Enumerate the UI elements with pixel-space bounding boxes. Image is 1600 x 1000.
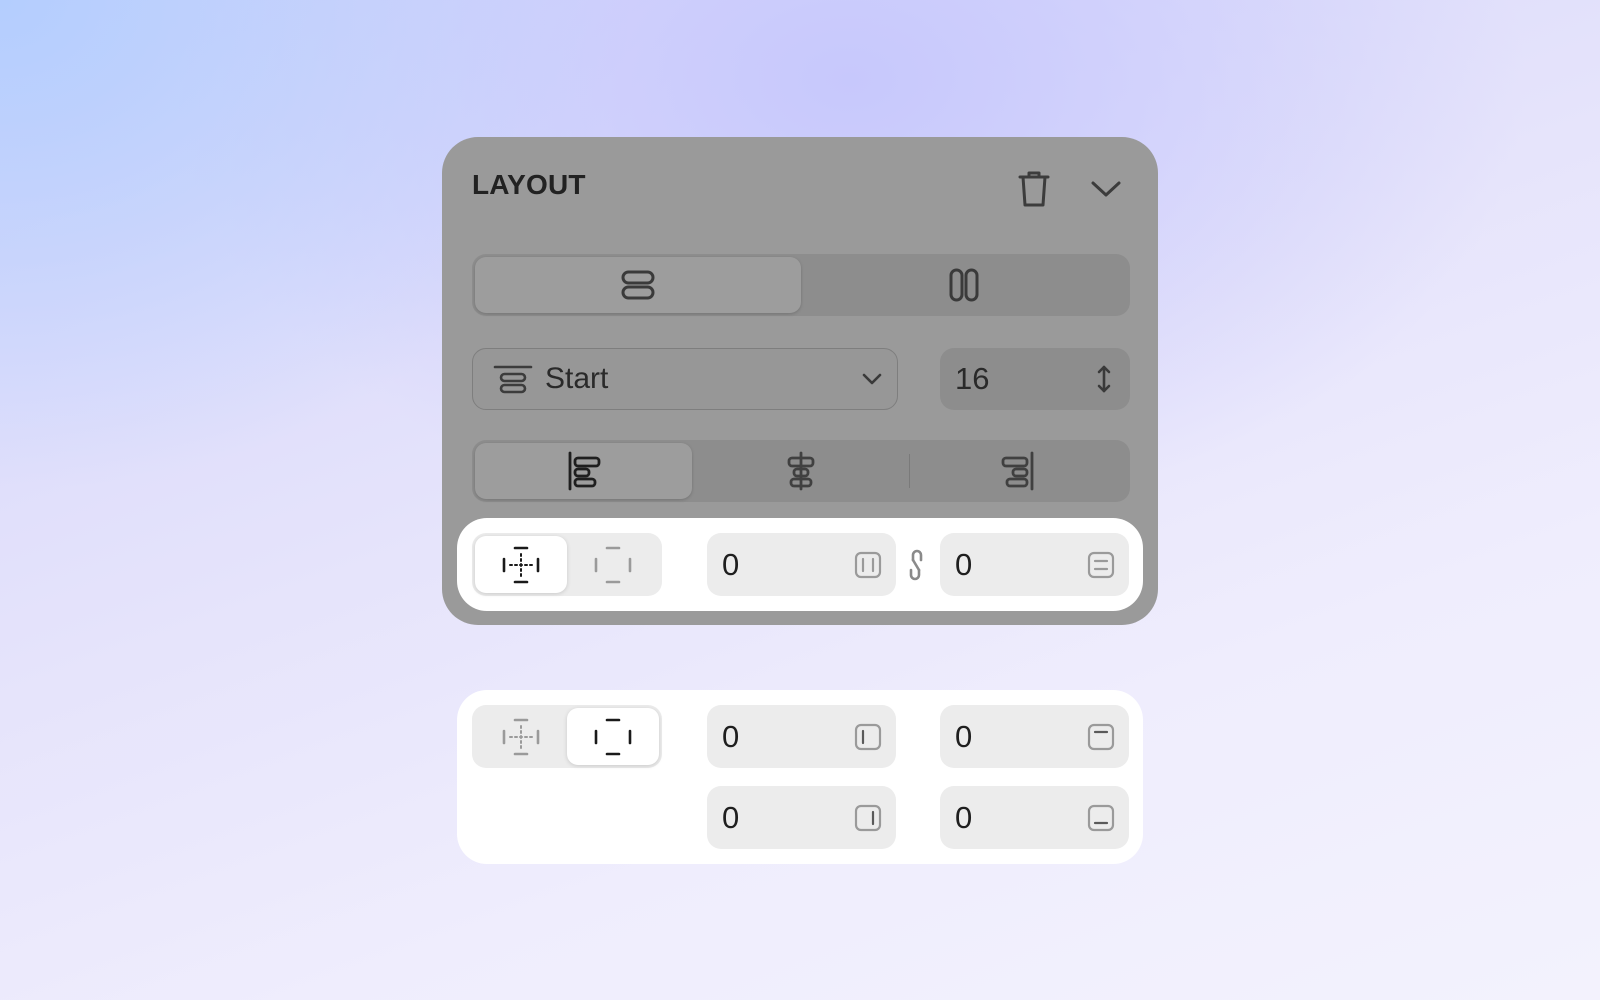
padding-individual-icon bbox=[594, 718, 632, 755]
chevron-down-icon bbox=[861, 367, 883, 396]
padding-top-input[interactable] bbox=[955, 718, 1055, 755]
padding-left-icon bbox=[854, 723, 882, 756]
segment-divider bbox=[909, 454, 910, 488]
padding-individual-option[interactable] bbox=[567, 708, 659, 765]
gap-input-wrapper bbox=[940, 348, 1130, 410]
trash-icon bbox=[1018, 171, 1050, 207]
align-right-icon bbox=[1001, 451, 1034, 491]
padding-mode-toggle bbox=[472, 705, 662, 768]
padding-horizontal-field bbox=[707, 533, 896, 596]
distribution-dropdown[interactable]: Start bbox=[472, 348, 898, 410]
padding-top-icon bbox=[1087, 723, 1115, 756]
padding-vertical-input[interactable] bbox=[955, 546, 1055, 583]
panel-title: LAYOUT bbox=[472, 169, 586, 200]
padding-bottom-field bbox=[940, 786, 1129, 849]
padding-vertical-field bbox=[940, 533, 1129, 596]
padding-linked-option[interactable] bbox=[475, 536, 567, 593]
columns-icon bbox=[949, 268, 979, 302]
direction-vertical-option[interactable] bbox=[475, 257, 801, 313]
padding-right-input[interactable] bbox=[722, 799, 822, 836]
align-left-icon bbox=[568, 451, 601, 491]
rows-icon bbox=[621, 270, 655, 300]
padding-card-individual bbox=[457, 690, 1143, 864]
distribute-start-icon bbox=[493, 364, 533, 394]
padding-horizontal-input[interactable] bbox=[722, 546, 822, 583]
gap-input[interactable] bbox=[955, 361, 1065, 397]
chevron-down-icon bbox=[1091, 181, 1121, 197]
padding-individual-option[interactable] bbox=[567, 536, 659, 593]
direction-horizontal-option[interactable] bbox=[801, 257, 1127, 313]
padding-bottom-input[interactable] bbox=[955, 799, 1055, 836]
direction-toggle bbox=[472, 254, 1130, 316]
padding-linked-option[interactable] bbox=[475, 708, 567, 765]
link-icon bbox=[909, 549, 923, 581]
padding-card-linked bbox=[457, 518, 1143, 611]
align-center-option[interactable] bbox=[692, 443, 909, 499]
padding-mode-toggle bbox=[472, 533, 662, 596]
padding-right-field bbox=[707, 786, 896, 849]
link-toggle[interactable] bbox=[905, 546, 927, 584]
padding-bottom-icon bbox=[1087, 804, 1115, 837]
padding-right-icon bbox=[854, 804, 882, 837]
padding-horizontal-icon bbox=[854, 551, 882, 584]
delete-button[interactable] bbox=[1010, 165, 1058, 213]
padding-left-input[interactable] bbox=[722, 718, 822, 755]
align-left-option[interactable] bbox=[475, 443, 693, 499]
padding-left-field bbox=[707, 705, 896, 768]
align-right-option[interactable] bbox=[910, 443, 1127, 499]
padding-linked-icon bbox=[502, 546, 540, 583]
alignment-toggle bbox=[472, 440, 1130, 502]
vertical-resize-icon[interactable] bbox=[1096, 364, 1112, 399]
align-center-icon bbox=[787, 451, 815, 491]
padding-vertical-icon bbox=[1087, 551, 1115, 584]
padding-top-field bbox=[940, 705, 1129, 768]
padding-linked-icon bbox=[502, 718, 540, 755]
padding-individual-icon bbox=[594, 546, 632, 583]
collapse-button[interactable] bbox=[1082, 165, 1130, 213]
distribution-value: Start bbox=[545, 362, 609, 395]
